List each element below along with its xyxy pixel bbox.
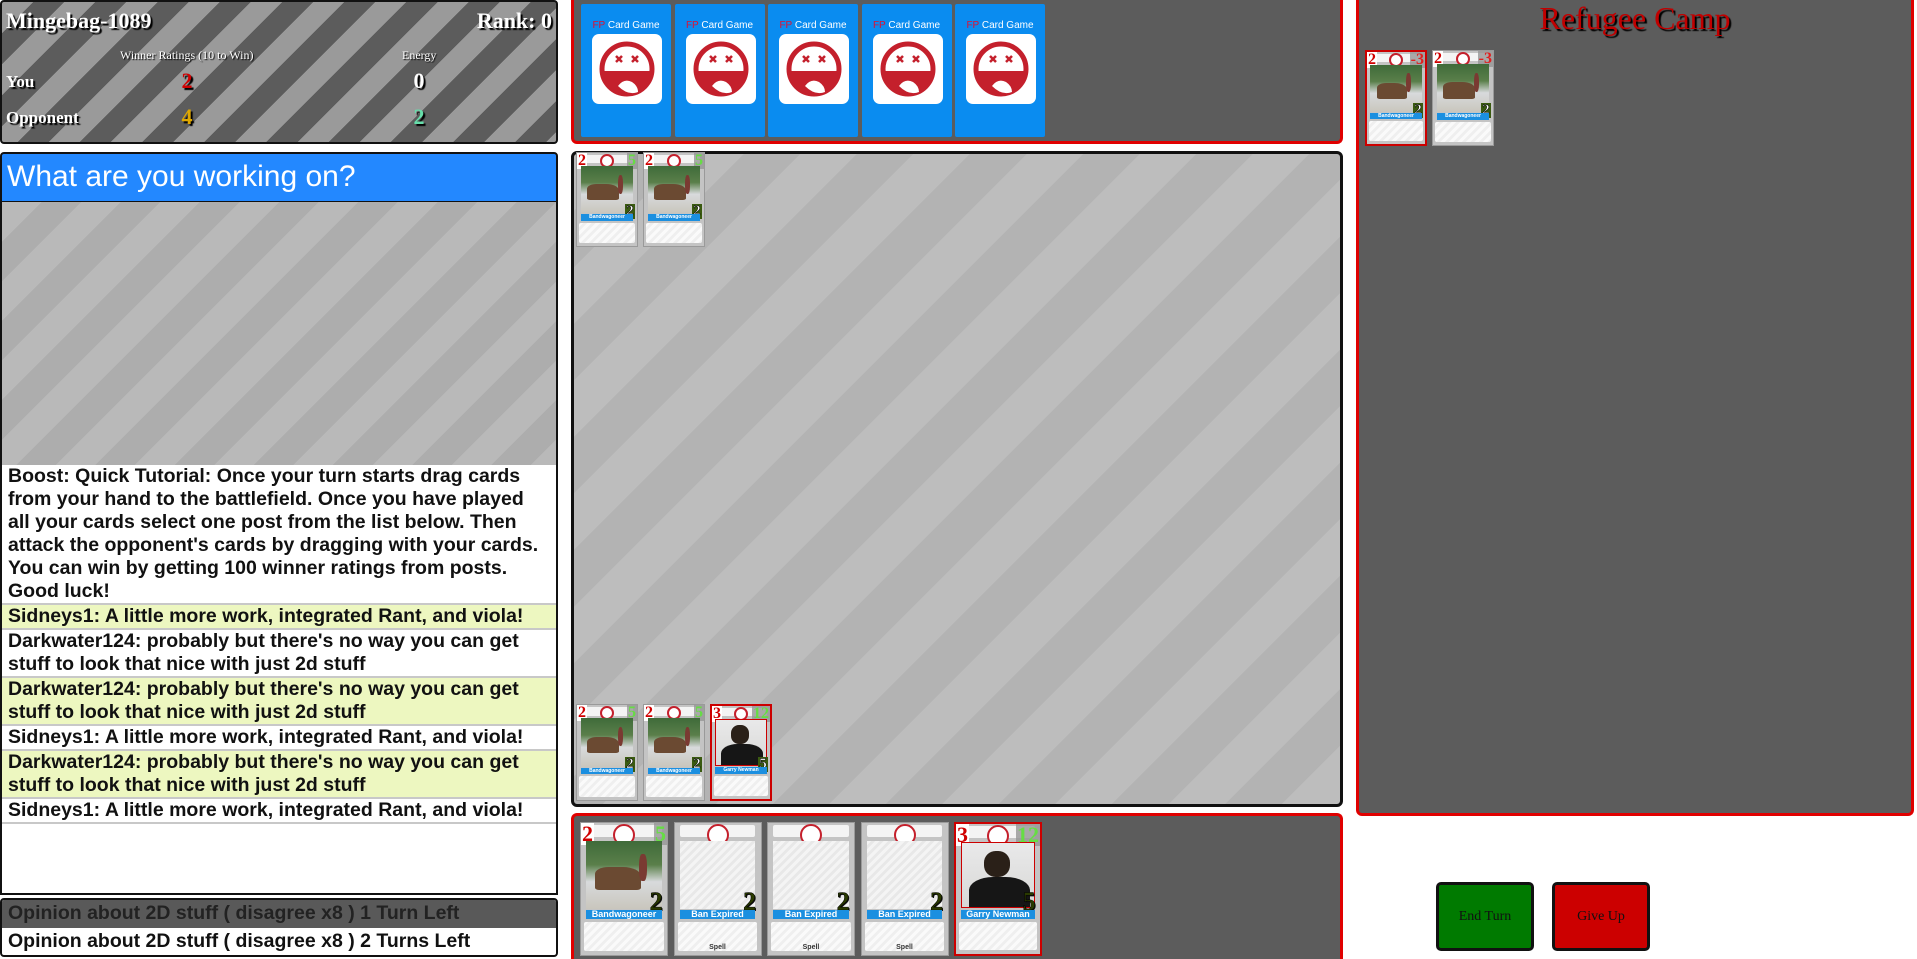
player-battlefield-card[interactable]: 2 5 2 Bandwagoneer [643, 704, 705, 801]
hand-card[interactable]: 2 Ban Expired Spell [767, 822, 855, 956]
chat-message: Darkwater124: probably but there's no wa… [2, 678, 556, 726]
card-back-brand: FP [779, 20, 793, 31]
opponent-battlefield-card[interactable]: 2 5 2 Bandwagoneer [643, 152, 705, 247]
card-back-brand: FP [685, 20, 699, 31]
topic-image [0, 202, 558, 467]
card-back-text: Card Game [888, 20, 941, 31]
post-item[interactable]: Opinion about 2D stuff ( disagree x8 ) 1… [2, 900, 556, 928]
dead-face-logo-icon [966, 34, 1036, 104]
opponent-card-back: FP Card Game [955, 4, 1045, 137]
opponent-card-back: FP Card Game [674, 4, 765, 137]
card-description [1369, 121, 1423, 142]
card-name: Bandwagoneer [1370, 112, 1422, 120]
chat-log[interactable]: Boost: Quick Tutorial: Once your turn st… [0, 465, 558, 895]
player-name: Mingebag-1089 [6, 8, 152, 33]
give-up-button[interactable]: Give Up [1552, 882, 1650, 951]
chat-message: Sidneys1: A little more work, integrated… [2, 726, 556, 751]
ratings-header: Winner Ratings (10 to Win) [120, 48, 254, 62]
card-description [579, 776, 635, 798]
card-description [1435, 121, 1491, 143]
card-back-title: FP Card Game [768, 20, 858, 31]
you-energy: 0 [413, 68, 425, 93]
chat-message: Darkwater124: probably but there's no wa… [2, 630, 556, 678]
hand-card[interactable]: 2 5 2 Bandwagoneer [580, 822, 668, 956]
card-name: Garry Newman [961, 909, 1035, 919]
topic-title: What are you working on? [0, 152, 558, 203]
card-description: Spell [864, 922, 945, 952]
dead-face-logo-icon [685, 34, 756, 104]
card-back-text: Card Game [701, 20, 754, 31]
card-name: Bandwagoneer [586, 910, 662, 920]
chat-message: Sidneys1: A little more work, integrated… [2, 799, 556, 824]
post-list: Opinion about 2D stuff ( disagree x8 ) 1… [0, 898, 558, 957]
card-name: Bandwagoneer [1436, 113, 1490, 120]
opponent-hand: FP Card Game FP Card Game FP Card Game FP C… [571, 0, 1343, 144]
card-description: Spell [771, 922, 851, 952]
card-name: Ban Expired [773, 910, 849, 920]
card-description [584, 922, 664, 952]
energy-header: Energy [402, 48, 437, 62]
opponent-battlefield-card[interactable]: 2 5 2 Bandwagoneer [576, 152, 638, 247]
hand-card[interactable]: 2 Ban Expired Spell [860, 822, 949, 956]
card-back-title: FP Card Game [955, 20, 1045, 31]
rank-label: Rank: 0 [476, 8, 552, 33]
card-name: Garry Newman [715, 767, 767, 774]
opponent-card-back: FP Card Game [861, 4, 952, 137]
card-name: Ban Expired [679, 910, 756, 920]
card-name: Bandwagoneer [580, 767, 634, 775]
opponent-card-back: FP Card Game [768, 4, 858, 137]
card-back-text: Card Game [981, 20, 1034, 31]
card-type: Spell [709, 944, 726, 952]
card-back-title: FP Card Game [581, 20, 671, 31]
dead-face-logo-icon [872, 34, 943, 104]
opponent-label: Opponent [6, 108, 79, 127]
player-hand: 2 5 2 Bandwagoneer 2 Ban Expired Spell 2 Ban Exp… [571, 813, 1343, 959]
card-name: Bandwagoneer [647, 767, 701, 775]
card-name: Ban Expired [866, 910, 943, 920]
card-description [646, 222, 702, 244]
card-back-title: FP Card Game [862, 20, 952, 31]
dead-face-logo-icon [779, 34, 849, 104]
card-back-text: Card Game [794, 20, 847, 31]
card-name: Bandwagoneer [580, 214, 634, 221]
card-description [714, 775, 768, 797]
card-back-brand: FP [966, 20, 980, 31]
chat-message: Boost: Quick Tutorial: Once your turn st… [2, 465, 556, 605]
you-ratings: 2 [181, 68, 193, 93]
opponent-energy: 2 [413, 104, 425, 129]
card-name: Bandwagoneer [647, 214, 701, 221]
battlefield[interactable]: 2 5 2 Bandwagoneer 2 5 2 Bandwagoneer 2 5 2 Bandwag… [571, 151, 1343, 807]
card-description [959, 921, 1037, 951]
dead-face-logo-icon [592, 34, 662, 104]
opponent-ratings: 4 [181, 104, 193, 129]
player-battlefield-card[interactable]: 2 5 2 Bandwagoneer [576, 704, 638, 801]
card-type: Spell [802, 944, 820, 952]
card-description: Spell [677, 922, 758, 952]
hand-card[interactable]: 3 12 5 Garry Newman [954, 822, 1042, 956]
card-back-text: Card Game [607, 20, 660, 31]
refugee-camp-title: Refugee Camp [1539, 0, 1731, 36]
card-back-brand: FP [592, 20, 606, 31]
refugee-camp-card[interactable]: 2 -3 2 Bandwagoneer [1365, 50, 1427, 146]
hand-card[interactable]: 2 Ban Expired Spell [673, 822, 762, 956]
chat-message: Darkwater124: probably but there's no wa… [2, 751, 556, 799]
player-battlefield-card[interactable]: 3 12 5 Garry Newman [710, 704, 772, 801]
refugee-camp-card[interactable]: 2 -3 2 Bandwagoneer [1432, 50, 1494, 146]
end-turn-button[interactable]: End Turn [1436, 882, 1534, 951]
you-label: You [6, 72, 35, 91]
card-type: Spell [896, 944, 913, 952]
opponent-card-back: FP Card Game [581, 4, 671, 137]
refugee-camp: Refugee Camp 2 -3 2 Bandwagoneer 2 -3 2 Bandwag… [1356, 0, 1914, 816]
card-description [579, 222, 635, 244]
post-item[interactable]: Opinion about 2D stuff ( disagree x8 ) 2… [2, 928, 556, 956]
stats-panel: Mingebag-1089 Rank: 0 Winner Ratings (10… [0, 0, 558, 144]
card-description [646, 776, 702, 798]
card-back-title: FP Card Game [675, 20, 765, 31]
card-back-brand: FP [872, 20, 886, 31]
chat-message: Sidneys1: A little more work, integrated… [2, 605, 556, 630]
